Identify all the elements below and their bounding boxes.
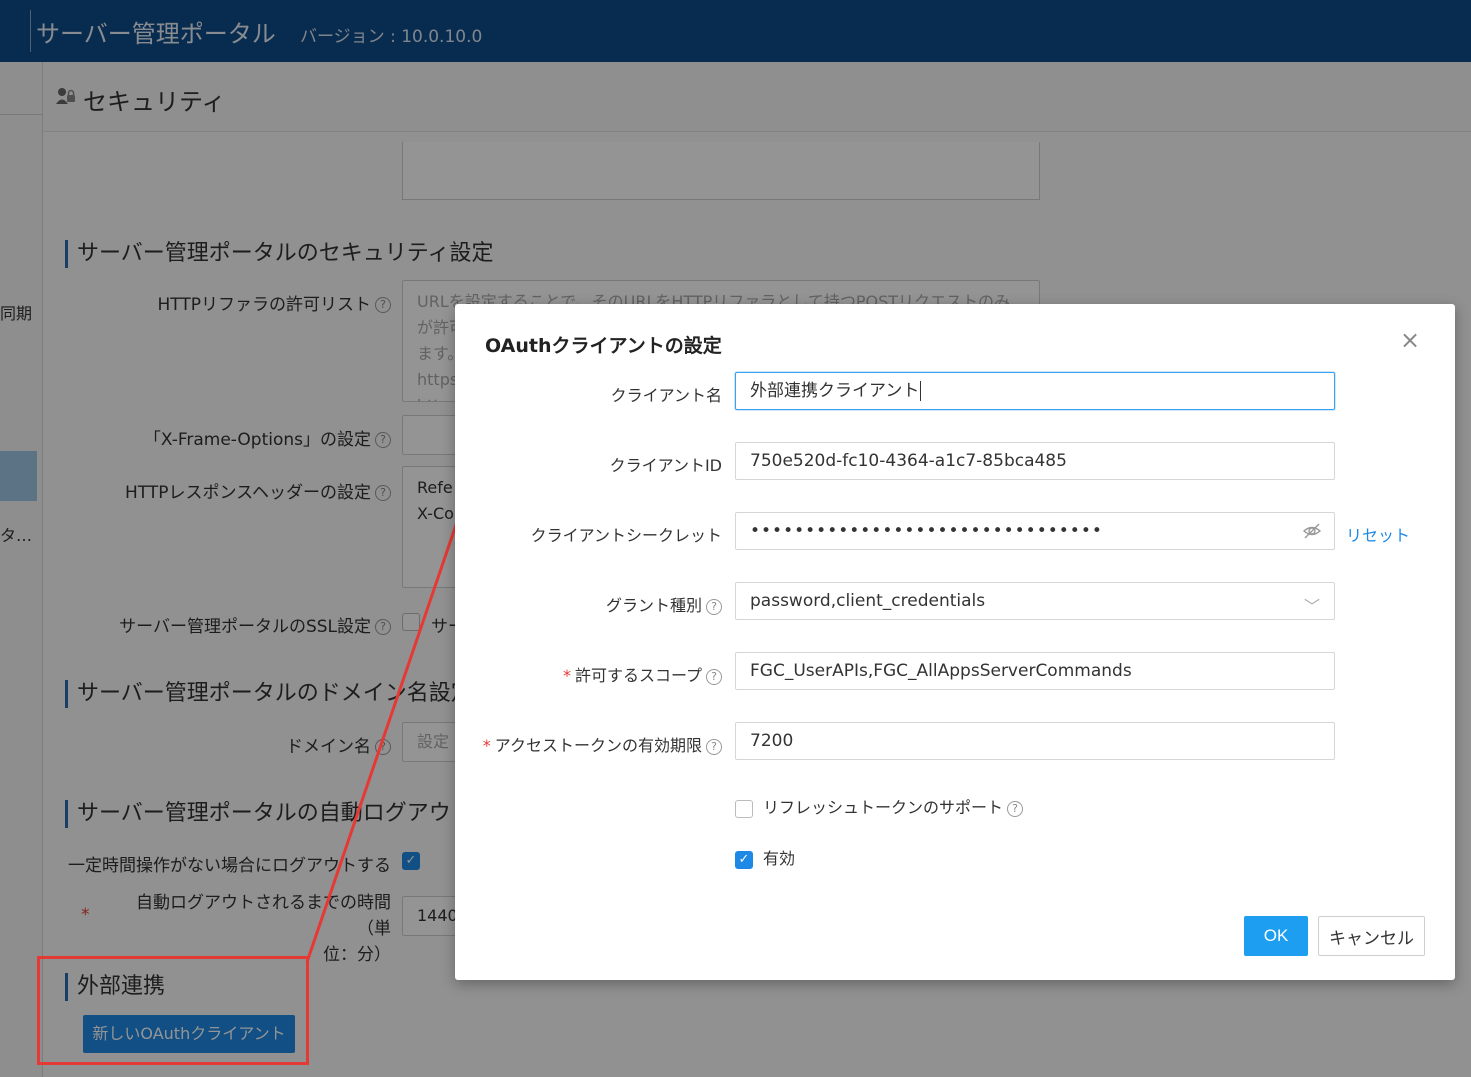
chevron-down-icon: ﹀ bbox=[1303, 597, 1320, 616]
enabled-checkbox[interactable]: ✓ bbox=[735, 850, 753, 869]
client-name-label: クライアント名 bbox=[610, 386, 722, 405]
refresh-token-option[interactable]: リフレッシュトークンのサポート? bbox=[735, 794, 1024, 818]
help-icon[interactable]: ? bbox=[706, 738, 722, 755]
required-mark: * bbox=[562, 666, 571, 685]
eye-hidden-icon[interactable] bbox=[1302, 521, 1322, 541]
client-name-input[interactable]: 外部連携クライアント bbox=[735, 372, 1335, 410]
token-expiry-input[interactable]: 7200 bbox=[735, 722, 1335, 760]
text-cursor bbox=[920, 381, 922, 401]
help-icon[interactable]: ? bbox=[706, 668, 722, 685]
cancel-button[interactable]: キャンセル bbox=[1318, 916, 1425, 956]
client-id-input[interactable]: 750e520d-fc10-4364-a1c7-85bca485 bbox=[735, 442, 1335, 480]
close-icon[interactable]: × bbox=[1400, 326, 1420, 354]
token-expiry-label: * アクセストークンの有効期限? bbox=[483, 732, 722, 756]
grant-type-select[interactable]: password,client_credentials ﹀ bbox=[735, 582, 1335, 620]
refresh-token-checkbox[interactable] bbox=[735, 799, 753, 818]
help-icon[interactable]: ? bbox=[706, 598, 722, 615]
oauth-client-dialog: OAuthクライアントの設定 × クライアント名 外部連携クライアント クライア… bbox=[455, 304, 1455, 980]
client-id-label: クライアントID bbox=[609, 456, 722, 475]
client-secret-label: クライアントシークレット bbox=[530, 526, 722, 545]
grant-type-label: グラント種別? bbox=[606, 592, 722, 616]
client-secret-input[interactable]: •••••••••••••••••••••••••••••••• bbox=[735, 512, 1335, 550]
help-icon[interactable]: ? bbox=[1007, 800, 1024, 817]
dialog-title: OAuthクライアントの設定 bbox=[485, 335, 722, 357]
required-mark: * bbox=[482, 736, 491, 755]
ok-button[interactable]: OK bbox=[1244, 916, 1308, 956]
reset-secret-link[interactable]: リセット bbox=[1346, 522, 1410, 546]
enabled-option[interactable]: ✓ 有効 bbox=[735, 845, 795, 869]
scope-input[interactable]: FGC_UserAPIs,FGC_AllAppsServerCommands bbox=[735, 652, 1335, 690]
scope-label: * 許可するスコープ? bbox=[563, 662, 722, 686]
